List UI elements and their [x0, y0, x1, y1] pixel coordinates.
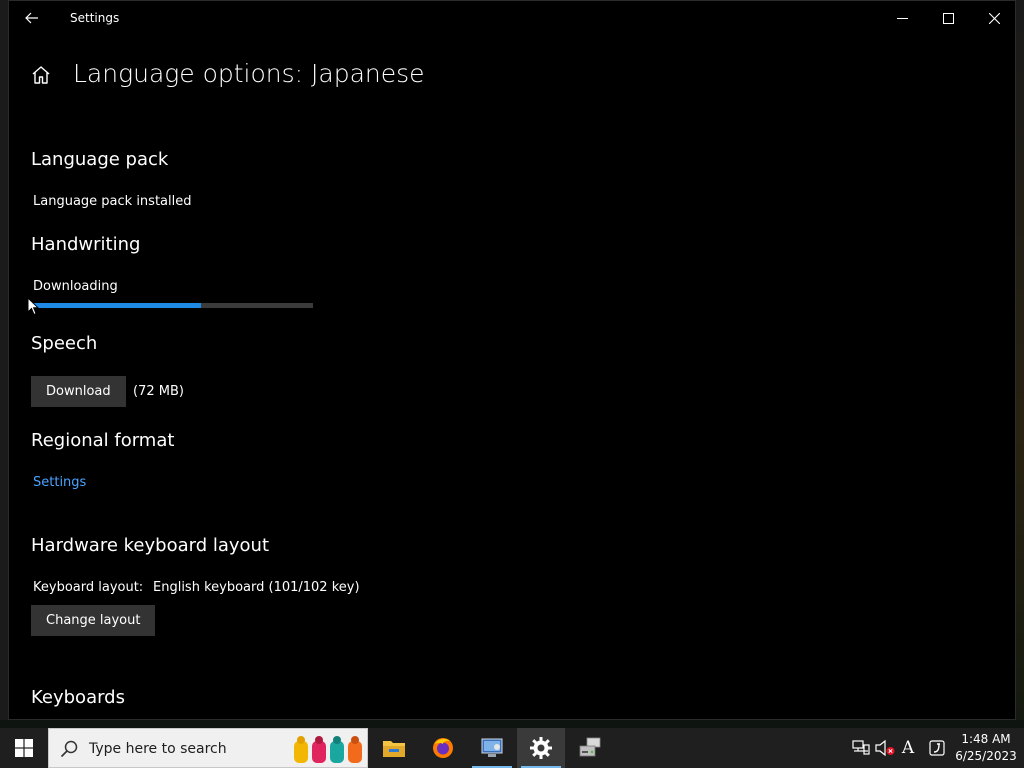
search-icon [60, 740, 78, 758]
taskbar-firefox[interactable] [419, 728, 467, 768]
tray-ime-indicator[interactable]: A [898, 738, 918, 758]
hardware-keyboard-heading: Hardware keyboard layout [31, 535, 269, 556]
maximize-icon [942, 12, 954, 24]
speech-heading: Speech [31, 333, 98, 354]
tray-volume-icon[interactable] [875, 738, 895, 758]
network-icon [852, 740, 870, 755]
taskbar-file-explorer[interactable] [370, 728, 418, 768]
home-button[interactable] [29, 63, 53, 87]
taskbar-network-drive[interactable] [566, 728, 614, 768]
change-layout-button[interactable]: Change layout [31, 605, 156, 636]
taskbar-control-panel[interactable] [468, 728, 516, 768]
speaker-muted-icon [875, 740, 895, 756]
close-icon [988, 12, 1000, 24]
language-pack-status: Language pack installed [33, 194, 192, 209]
page-title: Language options: Japanese [73, 59, 425, 88]
desktop-background-left [0, 0, 8, 728]
start-button[interactable] [0, 728, 48, 768]
taskbar-clock[interactable]: 1:48 AM 6/25/2023 [954, 731, 1018, 765]
maximize-button[interactable] [925, 1, 971, 35]
language-pack-heading: Language pack [31, 149, 169, 170]
settings-icon [530, 737, 552, 759]
mouse-cursor-icon [27, 297, 39, 316]
search-highlight-illustration-icon [294, 736, 362, 763]
progress-fill [33, 303, 201, 308]
keyboards-heading: Keyboards [31, 687, 125, 708]
taskbar: Type here to search A 1:48 AM 6/25/2023 [0, 728, 1024, 768]
minimize-icon [896, 17, 908, 19]
keyboard-layout-label: Keyboard layout: [33, 580, 144, 595]
search-placeholder: Type here to search [89, 741, 227, 757]
firefox-icon [433, 738, 453, 758]
desktop-background-right [1016, 0, 1024, 728]
title-bar[interactable]: Settings [9, 1, 1015, 35]
desktop-background-bottom [0, 720, 1024, 728]
window-title: Settings [70, 11, 120, 25]
settings-window: Settings Language options: Japanese Lang… [8, 0, 1016, 720]
windows-logo-icon [15, 739, 33, 757]
regional-format-settings-link[interactable]: Settings [33, 475, 86, 490]
clock-date: 6/25/2023 [955, 749, 1017, 763]
ime-mode-icon [929, 740, 945, 756]
file-explorer-icon [383, 741, 405, 757]
clock-time: 1:48 AM [961, 732, 1011, 746]
keyboard-layout-value: English keyboard (101/102 key) [153, 580, 360, 595]
home-icon [32, 66, 50, 84]
control-panel-icon [481, 738, 503, 757]
speech-download-size: (72 MB) [133, 384, 184, 399]
back-arrow-icon [25, 12, 38, 24]
regional-format-heading: Regional format [31, 430, 175, 451]
tray-network-icon[interactable] [851, 738, 871, 758]
handwriting-status: Downloading [33, 279, 118, 294]
close-button[interactable] [971, 1, 1015, 35]
speech-download-button[interactable]: Download [31, 376, 126, 407]
taskbar-search-box[interactable]: Type here to search [48, 728, 368, 768]
tray-ime-mode-icon[interactable] [927, 738, 947, 758]
back-button[interactable] [17, 3, 47, 33]
handwriting-progress-bar [33, 303, 313, 308]
handwriting-heading: Handwriting [31, 234, 141, 255]
minimize-button[interactable] [879, 1, 925, 35]
network-drive-icon [579, 737, 601, 757]
taskbar-settings[interactable] [517, 728, 565, 768]
